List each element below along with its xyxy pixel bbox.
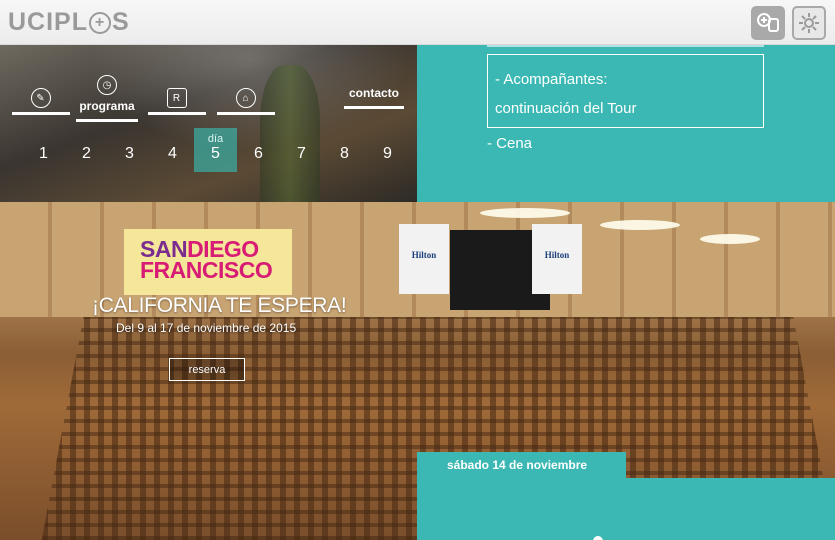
day-number: 4 [168,145,177,162]
hilton-banner: Hilton [532,224,582,294]
day-number: 7 [297,145,306,162]
san-diego-francisco-logo: SANDIEGO FRANCISCO [124,229,292,295]
nav-menu-right: R ⌂ [146,75,276,115]
selected-date-label: sábado 14 de noviembre [417,452,626,478]
day-8[interactable]: 8 [323,128,366,172]
bottom-teal-panel [417,478,835,540]
chandelier [600,220,680,230]
day-4[interactable]: 4 [151,128,194,172]
divider [487,45,764,47]
user-add-icon [757,13,779,32]
nav-menu: ✎ [10,75,71,115]
day-6[interactable]: 6 [237,128,280,172]
schedule-line: - Acompañantes: [495,71,608,88]
day-number: 6 [254,145,263,162]
user-add-button[interactable] [751,6,785,40]
day-label: día [207,133,224,145]
chandelier [700,234,760,244]
day-number: 1 [39,145,48,162]
nav-item-info[interactable]: ✎ [10,75,71,115]
nav-underline [344,106,404,109]
day-9[interactable]: 9 [366,128,409,172]
gear-icon [799,13,819,33]
home-icon: ⌂ [235,88,256,108]
logo-plus-icon: + [89,11,111,34]
day-2[interactable]: 2 [65,128,108,172]
event-dates: Del 9 al 17 de noviembre de 2015 [116,321,297,335]
navigation-panel: ✎ ◷ programa R ⌂ contacto 1 2 3 4 día 5 … [0,45,417,202]
nav-underline [76,119,138,122]
day-number: 8 [340,145,349,162]
chandelier [480,208,570,218]
nav-label-programa: programa [79,99,135,113]
logo-text-b: S [112,8,130,36]
logo-text-a: UCIPL [8,8,88,36]
nav-label-contacto: contacto [348,86,399,100]
day-selector: 1 2 3 4 día 5 6 7 8 9 [22,128,409,172]
day-5-active[interactable]: día 5 [194,128,237,172]
schedule-line: - Cena [487,135,533,152]
top-header: UCIPL + S [0,0,835,45]
schedule-item-highlight: - Acompañantes: continuación del Tour [487,54,764,128]
clock-icon: ◷ [97,75,117,95]
nav-item-contacto[interactable]: contacto [344,86,404,109]
nav-item-programa[interactable]: ◷ programa [76,75,138,122]
schedule-info-panel: - Acompañantes: continuación del Tour - … [417,45,835,202]
logo-francisco: FRANCISCO [140,257,273,283]
hero-tagline: ¡CALIFORNIA TE ESPERA! [92,294,347,317]
day-number: 3 [125,145,134,162]
app-logo[interactable]: UCIPL + S [8,8,130,37]
hilton-banner: Hilton [399,224,449,294]
day-1[interactable]: 1 [22,128,65,172]
pen-icon: ✎ [30,88,51,108]
nav-item-home[interactable]: ⌂ [215,75,276,115]
nav-item-hotel[interactable]: R [146,75,207,115]
schedule-line: continuación del Tour [495,100,637,117]
reserva-button[interactable]: reserva [169,358,245,381]
day-number: 5 [211,145,220,162]
day-number: 9 [383,145,392,162]
scroll-indicator-dot[interactable] [593,536,603,540]
settings-button[interactable] [792,6,826,40]
nav-underline [216,112,275,115]
nav-underline [11,112,70,115]
nav-underline [147,112,206,115]
r-badge-icon: R [166,88,187,108]
day-7[interactable]: 7 [280,128,323,172]
day-number: 2 [82,145,91,162]
day-3[interactable]: 3 [108,128,151,172]
